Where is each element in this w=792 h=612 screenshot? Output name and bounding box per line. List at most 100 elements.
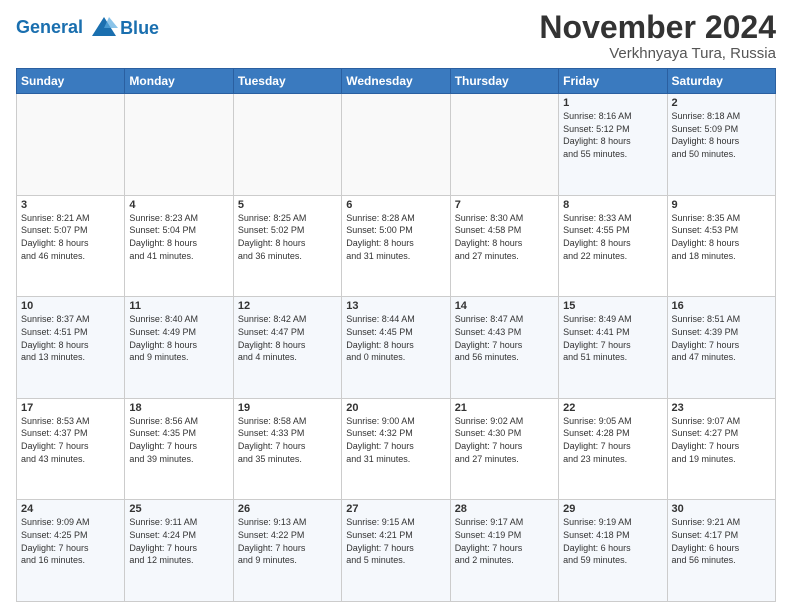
weekday-header-saturday: Saturday: [667, 69, 775, 94]
calendar-cell: 25Sunrise: 9:11 AM Sunset: 4:24 PM Dayli…: [125, 500, 233, 602]
calendar-cell: 3Sunrise: 8:21 AM Sunset: 5:07 PM Daylig…: [17, 195, 125, 297]
logo-general: General: [16, 17, 83, 37]
calendar-cell: [17, 94, 125, 196]
calendar-cell: 21Sunrise: 9:02 AM Sunset: 4:30 PM Dayli…: [450, 398, 558, 500]
day-number: 29: [563, 503, 662, 515]
day-number: 12: [238, 300, 337, 312]
weekday-header-thursday: Thursday: [450, 69, 558, 94]
calendar-cell: 16Sunrise: 8:51 AM Sunset: 4:39 PM Dayli…: [667, 297, 775, 399]
day-number: 14: [455, 300, 554, 312]
calendar-cell: 2Sunrise: 8:18 AM Sunset: 5:09 PM Daylig…: [667, 94, 775, 196]
day-number: 3: [21, 199, 120, 211]
calendar-cell: 30Sunrise: 9:21 AM Sunset: 4:17 PM Dayli…: [667, 500, 775, 602]
day-number: 7: [455, 199, 554, 211]
day-number: 15: [563, 300, 662, 312]
calendar-cell: 11Sunrise: 8:40 AM Sunset: 4:49 PM Dayli…: [125, 297, 233, 399]
week-row-1: 3Sunrise: 8:21 AM Sunset: 5:07 PM Daylig…: [17, 195, 776, 297]
calendar-cell: [233, 94, 341, 196]
calendar-cell: 17Sunrise: 8:53 AM Sunset: 4:37 PM Dayli…: [17, 398, 125, 500]
logo-icon: [90, 14, 118, 42]
calendar-cell: [125, 94, 233, 196]
calendar: SundayMondayTuesdayWednesdayThursdayFrid…: [16, 68, 776, 602]
day-number: 11: [129, 300, 228, 312]
day-number: 5: [238, 199, 337, 211]
calendar-cell: 19Sunrise: 8:58 AM Sunset: 4:33 PM Dayli…: [233, 398, 341, 500]
day-info: Sunrise: 9:19 AM Sunset: 4:18 PM Dayligh…: [563, 516, 662, 566]
header: General Blue November 2024 Verkhnyaya Tu…: [16, 10, 776, 62]
day-info: Sunrise: 9:00 AM Sunset: 4:32 PM Dayligh…: [346, 415, 445, 465]
calendar-cell: 23Sunrise: 9:07 AM Sunset: 4:27 PM Dayli…: [667, 398, 775, 500]
calendar-cell: 5Sunrise: 8:25 AM Sunset: 5:02 PM Daylig…: [233, 195, 341, 297]
day-number: 18: [129, 402, 228, 414]
day-number: 19: [238, 402, 337, 414]
calendar-cell: 4Sunrise: 8:23 AM Sunset: 5:04 PM Daylig…: [125, 195, 233, 297]
day-info: Sunrise: 9:09 AM Sunset: 4:25 PM Dayligh…: [21, 516, 120, 566]
day-number: 26: [238, 503, 337, 515]
day-info: Sunrise: 9:21 AM Sunset: 4:17 PM Dayligh…: [672, 516, 771, 566]
day-number: 22: [563, 402, 662, 414]
calendar-cell: 15Sunrise: 8:49 AM Sunset: 4:41 PM Dayli…: [559, 297, 667, 399]
week-row-3: 17Sunrise: 8:53 AM Sunset: 4:37 PM Dayli…: [17, 398, 776, 500]
calendar-cell: 1Sunrise: 8:16 AM Sunset: 5:12 PM Daylig…: [559, 94, 667, 196]
day-info: Sunrise: 8:40 AM Sunset: 4:49 PM Dayligh…: [129, 313, 228, 363]
day-info: Sunrise: 8:28 AM Sunset: 5:00 PM Dayligh…: [346, 212, 445, 262]
day-info: Sunrise: 8:51 AM Sunset: 4:39 PM Dayligh…: [672, 313, 771, 363]
calendar-cell: 28Sunrise: 9:17 AM Sunset: 4:19 PM Dayli…: [450, 500, 558, 602]
weekday-header-row: SundayMondayTuesdayWednesdayThursdayFrid…: [17, 69, 776, 94]
calendar-cell: 6Sunrise: 8:28 AM Sunset: 5:00 PM Daylig…: [342, 195, 450, 297]
week-row-4: 24Sunrise: 9:09 AM Sunset: 4:25 PM Dayli…: [17, 500, 776, 602]
day-info: Sunrise: 8:35 AM Sunset: 4:53 PM Dayligh…: [672, 212, 771, 262]
calendar-cell: [342, 94, 450, 196]
day-number: 23: [672, 402, 771, 414]
week-row-0: 1Sunrise: 8:16 AM Sunset: 5:12 PM Daylig…: [17, 94, 776, 196]
day-number: 17: [21, 402, 120, 414]
logo: General Blue: [16, 14, 159, 42]
calendar-cell: 10Sunrise: 8:37 AM Sunset: 4:51 PM Dayli…: [17, 297, 125, 399]
weekday-header-tuesday: Tuesday: [233, 69, 341, 94]
page: General Blue November 2024 Verkhnyaya Tu…: [0, 0, 792, 612]
day-info: Sunrise: 8:42 AM Sunset: 4:47 PM Dayligh…: [238, 313, 337, 363]
calendar-cell: 29Sunrise: 9:19 AM Sunset: 4:18 PM Dayli…: [559, 500, 667, 602]
day-number: 30: [672, 503, 771, 515]
day-number: 20: [346, 402, 445, 414]
day-info: Sunrise: 8:47 AM Sunset: 4:43 PM Dayligh…: [455, 313, 554, 363]
day-info: Sunrise: 8:58 AM Sunset: 4:33 PM Dayligh…: [238, 415, 337, 465]
day-info: Sunrise: 9:05 AM Sunset: 4:28 PM Dayligh…: [563, 415, 662, 465]
day-info: Sunrise: 8:21 AM Sunset: 5:07 PM Dayligh…: [21, 212, 120, 262]
day-info: Sunrise: 8:53 AM Sunset: 4:37 PM Dayligh…: [21, 415, 120, 465]
calendar-cell: 8Sunrise: 8:33 AM Sunset: 4:55 PM Daylig…: [559, 195, 667, 297]
day-number: 24: [21, 503, 120, 515]
weekday-header-sunday: Sunday: [17, 69, 125, 94]
day-info: Sunrise: 8:33 AM Sunset: 4:55 PM Dayligh…: [563, 212, 662, 262]
calendar-cell: 22Sunrise: 9:05 AM Sunset: 4:28 PM Dayli…: [559, 398, 667, 500]
calendar-cell: 26Sunrise: 9:13 AM Sunset: 4:22 PM Dayli…: [233, 500, 341, 602]
day-number: 1: [563, 97, 662, 109]
day-info: Sunrise: 8:49 AM Sunset: 4:41 PM Dayligh…: [563, 313, 662, 363]
calendar-cell: 9Sunrise: 8:35 AM Sunset: 4:53 PM Daylig…: [667, 195, 775, 297]
day-number: 21: [455, 402, 554, 414]
day-number: 4: [129, 199, 228, 211]
calendar-cell: 13Sunrise: 8:44 AM Sunset: 4:45 PM Dayli…: [342, 297, 450, 399]
weekday-header-monday: Monday: [125, 69, 233, 94]
day-number: 8: [563, 199, 662, 211]
calendar-cell: 7Sunrise: 8:30 AM Sunset: 4:58 PM Daylig…: [450, 195, 558, 297]
day-number: 25: [129, 503, 228, 515]
location: Verkhnyaya Tura, Russia: [539, 45, 776, 62]
logo-blue: Blue: [120, 18, 159, 39]
week-row-2: 10Sunrise: 8:37 AM Sunset: 4:51 PM Dayli…: [17, 297, 776, 399]
month-title: November 2024: [539, 10, 776, 45]
day-info: Sunrise: 8:16 AM Sunset: 5:12 PM Dayligh…: [563, 110, 662, 160]
day-number: 27: [346, 503, 445, 515]
day-info: Sunrise: 8:25 AM Sunset: 5:02 PM Dayligh…: [238, 212, 337, 262]
day-info: Sunrise: 8:56 AM Sunset: 4:35 PM Dayligh…: [129, 415, 228, 465]
weekday-header-wednesday: Wednesday: [342, 69, 450, 94]
weekday-header-friday: Friday: [559, 69, 667, 94]
title-block: November 2024 Verkhnyaya Tura, Russia: [539, 10, 776, 62]
day-info: Sunrise: 9:11 AM Sunset: 4:24 PM Dayligh…: [129, 516, 228, 566]
day-number: 2: [672, 97, 771, 109]
day-info: Sunrise: 9:13 AM Sunset: 4:22 PM Dayligh…: [238, 516, 337, 566]
day-info: Sunrise: 9:15 AM Sunset: 4:21 PM Dayligh…: [346, 516, 445, 566]
calendar-cell: 14Sunrise: 8:47 AM Sunset: 4:43 PM Dayli…: [450, 297, 558, 399]
calendar-cell: 27Sunrise: 9:15 AM Sunset: 4:21 PM Dayli…: [342, 500, 450, 602]
day-number: 16: [672, 300, 771, 312]
